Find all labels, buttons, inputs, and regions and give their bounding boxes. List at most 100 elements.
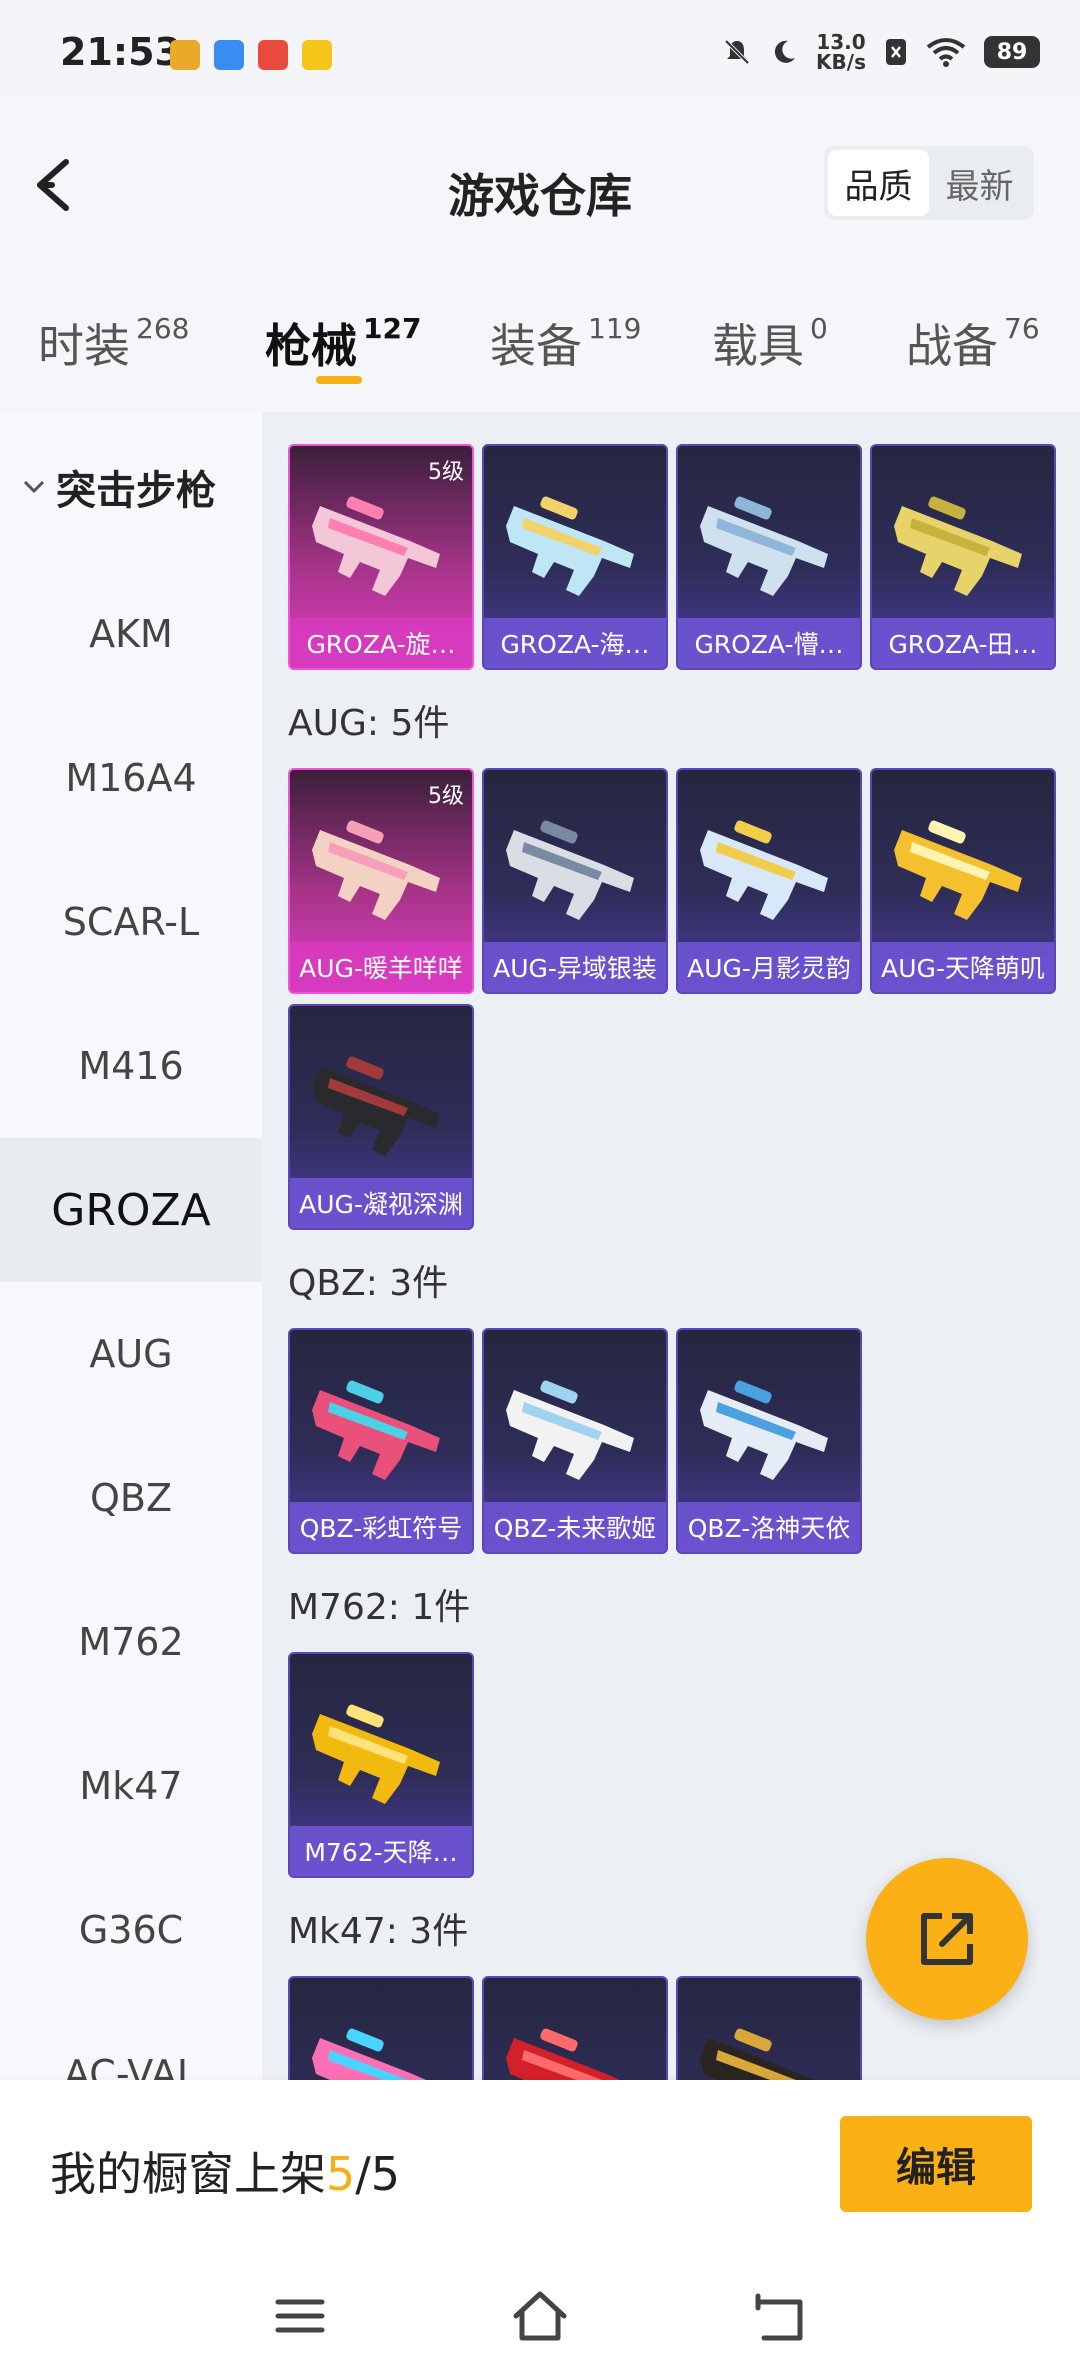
skin-card[interactable]: QBZ-未来歌姬 (482, 1328, 668, 1554)
category-tabs: 时装 268 枪械 127 装备 119 载具 0 战备 76 (0, 290, 1080, 410)
share-fab-button[interactable] (866, 1858, 1028, 2020)
skin-card[interactable]: 5级 GROZA-旋… (288, 444, 474, 670)
tab-active-indicator (316, 376, 362, 384)
skin-name: AUG-天降萌叽 (872, 942, 1054, 992)
skin-card[interactable]: QBZ-洛神天依 (676, 1328, 862, 1554)
gun-skin-image (506, 820, 634, 920)
group-title-mk47: Mk47: 3件 (288, 1911, 469, 1952)
gun-skin-image (312, 1704, 440, 1804)
skin-card[interactable] (482, 1976, 668, 2080)
skin-card[interactable]: M762-天降… (288, 1652, 474, 1878)
sort-newest-option[interactable]: 最新 (929, 150, 1030, 216)
sidebar-item-mk47[interactable]: Mk47 (0, 1714, 262, 1858)
net-speed-unit: KB/s (816, 50, 866, 74)
tab-count: 0 (810, 312, 828, 345)
share-icon (921, 1913, 973, 1965)
status-right: 13.0 KB/s 89 (722, 32, 1040, 72)
sidebar-category-header[interactable]: 突击步枪 (0, 412, 262, 562)
gun-skin-image (700, 1380, 828, 1480)
skin-name: QBZ-彩虹符号 (290, 1502, 472, 1552)
skin-card[interactable] (288, 1976, 474, 2080)
mute-icon (724, 39, 750, 65)
gun-skin-image (894, 496, 1022, 596)
app-icon-3 (258, 40, 288, 70)
tab-guns[interactable]: 枪械 127 (265, 310, 421, 376)
net-speed-value: 13.0 (816, 30, 866, 54)
tab-supplies[interactable]: 战备 76 (906, 310, 1040, 376)
sidebar-item-m16a4[interactable]: M16A4 (0, 706, 262, 850)
home-icon[interactable] (510, 2286, 570, 2346)
sort-toggle: 品质 最新 (824, 146, 1034, 220)
status-time: 21:53 (60, 30, 181, 74)
skin-card[interactable]: GROZA-懵… (676, 444, 862, 670)
chevron-down-icon (23, 480, 45, 494)
status-app-icons (170, 40, 332, 70)
tab-label: 时装 (38, 319, 130, 373)
skin-name: GROZA-旋… (290, 618, 472, 668)
tab-count: 119 (588, 312, 642, 345)
sidebar-item-scar-l[interactable]: SCAR-L (0, 850, 262, 994)
app-icon-4 (302, 40, 332, 70)
skin-card[interactable]: QBZ-彩虹符号 (288, 1328, 474, 1554)
skin-level-badge: 5级 (428, 784, 464, 809)
gun-skin-image (312, 1056, 440, 1156)
tab-count: 127 (363, 312, 422, 345)
gun-skin-image (312, 1380, 440, 1480)
sidebar-item-m416[interactable]: M416 (0, 994, 262, 1138)
sidebar-item-ac-val[interactable]: AC-VAL (0, 2002, 262, 2080)
skin-card[interactable]: GROZA-海… (482, 444, 668, 670)
back-icon[interactable] (750, 2286, 810, 2346)
sidebar-item-m762[interactable]: M762 (0, 1570, 262, 1714)
skin-card[interactable]: AUG-异域银装 (482, 768, 668, 994)
gun-skin-image (894, 820, 1022, 920)
tab-equipment[interactable]: 装备 119 (490, 310, 641, 376)
skin-name: QBZ-未来歌姬 (484, 1502, 666, 1552)
tab-label: 载具 (712, 319, 804, 373)
sort-quality-option[interactable]: 品质 (828, 150, 929, 216)
tab-fashion[interactable]: 时装 268 (38, 310, 189, 376)
net-speed: 13.0 KB/s (816, 32, 866, 72)
battery-indicator: 89 (984, 36, 1040, 68)
weapon-sidebar: 突击步枪 AKM M16A4 SCAR-L M416 GROZA AUG QBZ… (0, 412, 262, 2080)
sidebar-category-label: 突击步枪 (56, 468, 216, 514)
gun-skin-image (312, 2028, 427, 2080)
menu-icon[interactable] (270, 2286, 330, 2346)
skin-card[interactable]: AUG-凝视深渊 (288, 1004, 474, 1230)
skin-card[interactable]: GROZA-田… (870, 444, 1056, 670)
showcase-count: 5 (326, 2147, 356, 2201)
sidebar-item-qbz[interactable]: QBZ (0, 1426, 262, 1570)
skin-card[interactable]: AUG-月影灵韵 (676, 768, 862, 994)
edit-button[interactable]: 编辑 (840, 2116, 1032, 2212)
skin-level-badge: 5级 (428, 460, 464, 485)
group-title-qbz: QBZ: 3件 (288, 1263, 449, 1304)
skin-card[interactable]: 5级 AUG-暖羊咩咩 (288, 768, 474, 994)
skin-name: AUG-异域银装 (484, 942, 666, 992)
sidebar-item-akm[interactable]: AKM (0, 562, 262, 706)
skin-card[interactable] (676, 1976, 862, 2080)
group-title-m762: M762: 1件 (288, 1587, 471, 1628)
tab-count: 268 (136, 312, 190, 345)
skin-name: AUG-凝视深渊 (290, 1178, 472, 1228)
sim-icon (886, 39, 906, 65)
tab-label: 战备 (906, 319, 998, 373)
status-bar: 21:53 13.0 KB/s 89 (0, 0, 1080, 100)
gun-skin-image (700, 2028, 815, 2080)
showcase-status: 我的橱窗上架5/5 (50, 2138, 400, 2204)
tab-vehicles[interactable]: 载具 0 (712, 310, 828, 376)
skin-card[interactable]: AUG-天降萌叽 (870, 768, 1056, 994)
sidebar-item-aug[interactable]: AUG (0, 1282, 262, 1426)
showcase-bar: 我的橱窗上架5/5 编辑 (0, 2080, 1080, 2256)
gun-skin-image (506, 2028, 621, 2080)
gun-skin-image (506, 1380, 634, 1480)
sidebar-item-g36c[interactable]: G36C (0, 1858, 262, 2002)
skin-name: AUG-月影灵韵 (678, 942, 860, 992)
header: 游戏仓库 品质 最新 (0, 100, 1080, 268)
sidebar-item-groza[interactable]: GROZA (0, 1138, 262, 1282)
wifi-icon (926, 38, 966, 67)
app-icon-1 (170, 40, 200, 70)
skin-name: M762-天降… (290, 1826, 472, 1876)
moon-icon (774, 40, 796, 63)
gun-skin-image (700, 496, 828, 596)
gun-skin-image (700, 820, 828, 920)
system-nav-bar (0, 2256, 1080, 2376)
